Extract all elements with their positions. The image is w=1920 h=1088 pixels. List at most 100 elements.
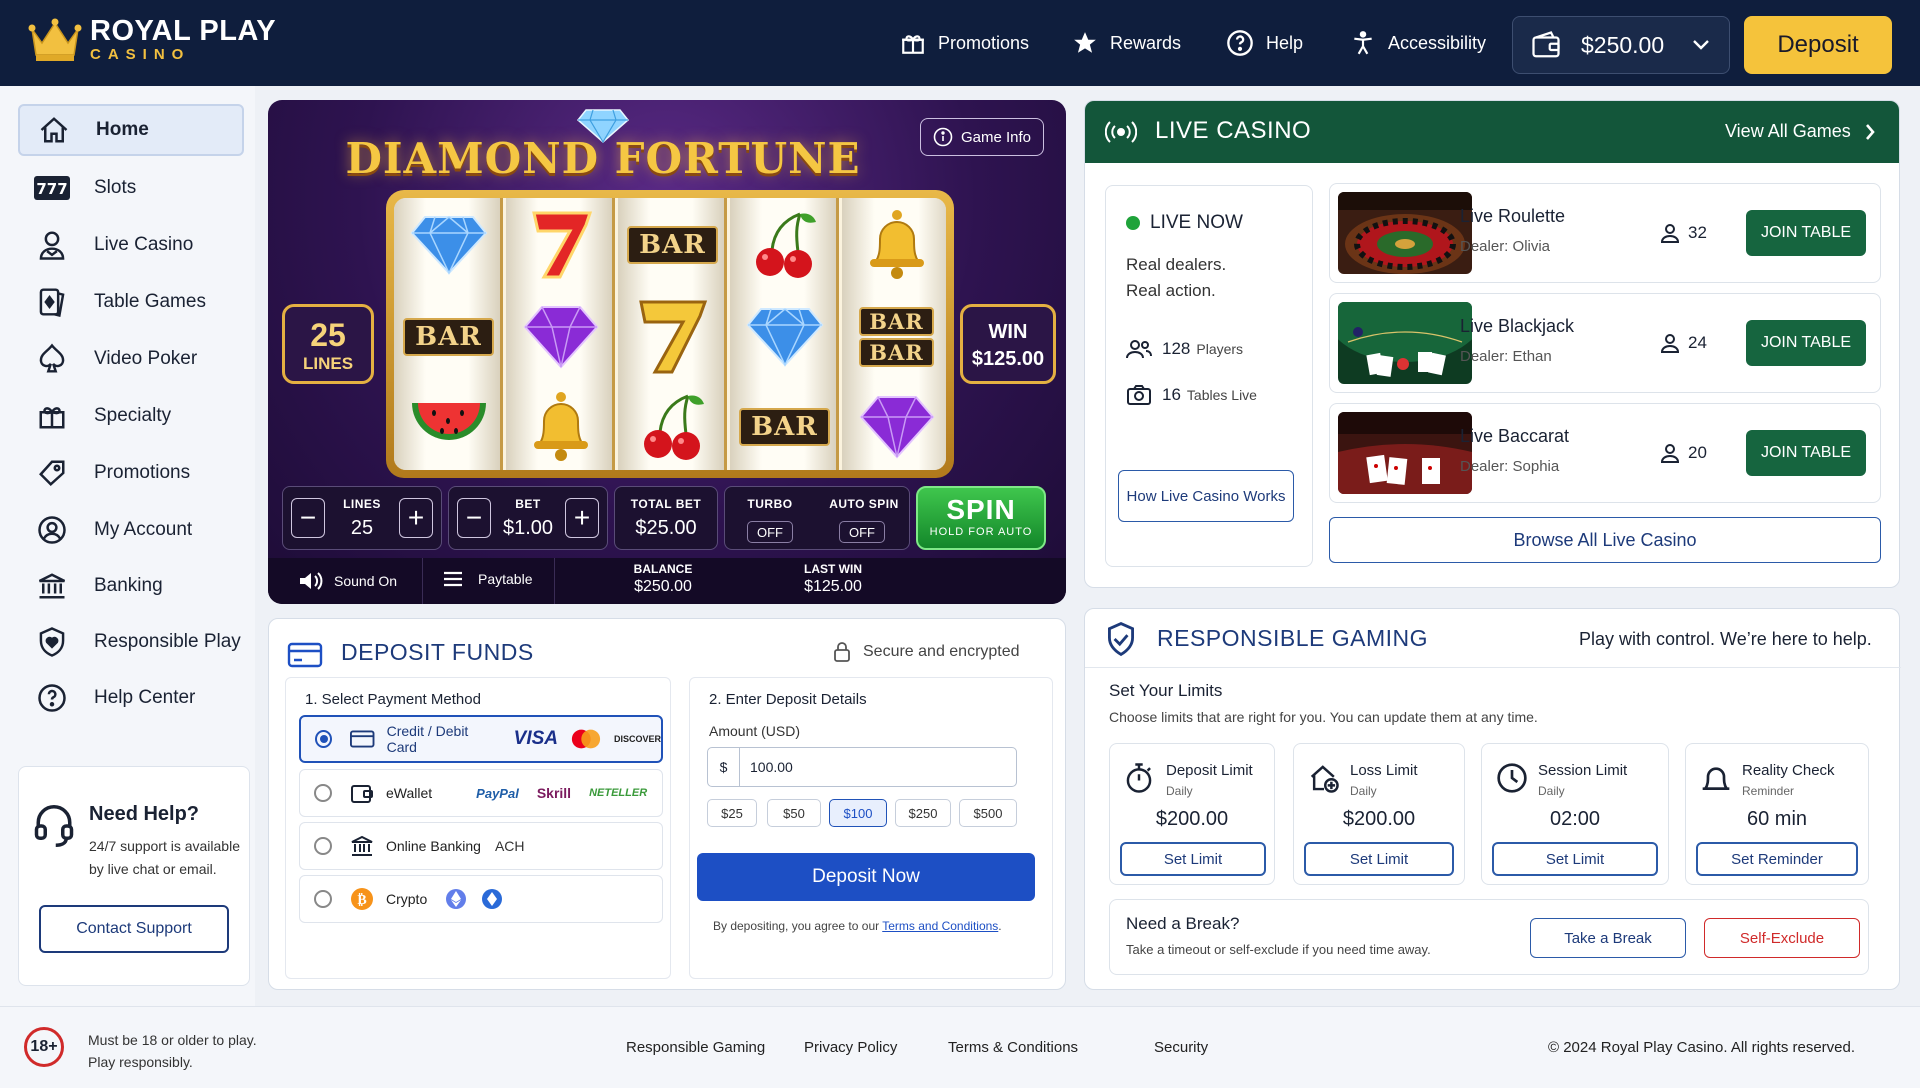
sidebar-item-live-casino[interactable]: Live Casino <box>18 219 244 271</box>
sound-toggle[interactable]: Sound On <box>298 570 397 592</box>
set-limit-button[interactable]: Set Limit <box>1120 842 1266 876</box>
reel <box>506 198 615 470</box>
sidebar-item-slots[interactable]: 777 Slots <box>18 162 244 214</box>
set-reminder-button[interactable]: Set Reminder <box>1696 842 1858 876</box>
secure-note: Secure and encrypted <box>833 641 1020 663</box>
self-exclude-button[interactable]: Self-Exclude <box>1704 918 1860 958</box>
take-break-button[interactable]: Take a Break <box>1530 918 1686 958</box>
sidebar-item-label: Specialty <box>94 405 172 426</box>
card-icon <box>350 730 375 748</box>
amount-input[interactable]: $ 100.00 <box>707 747 1017 787</box>
deposit-now-button[interactable]: Deposit Now <box>697 853 1035 901</box>
sidebar-item-help-center[interactable]: Help Center <box>18 672 244 724</box>
top-header: ROYAL PLAY CASINO Promotions Rewards Hel… <box>0 0 1920 86</box>
join-table-button[interactable]: JOIN TABLE <box>1746 210 1866 256</box>
payment-method-ewallet[interactable]: eWallet PayPal Skrill NETELLER <box>299 769 663 817</box>
table-name: Live Baccarat <box>1460 426 1570 446</box>
sidebar-item-promotions[interactable]: Promotions <box>18 447 244 499</box>
turbo-toggle[interactable]: OFF <box>747 521 793 543</box>
ewallet-icon <box>351 785 373 803</box>
sidebar-item-label: Home <box>96 119 149 140</box>
game-info-button[interactable]: Game Info <box>920 118 1044 156</box>
reel: BAR <box>618 198 727 470</box>
payment-method-online-banking[interactable]: Online Banking ACH <box>299 822 663 870</box>
contact-support-button[interactable]: Contact Support <box>39 905 229 953</box>
limit-title: Reality Check <box>1742 762 1835 779</box>
nav-promotions[interactable]: Promotions <box>900 0 1029 86</box>
age-notice: Must be 18 or older to play. Play respon… <box>88 1029 257 1073</box>
player-count-value: 20 <box>1688 443 1707 462</box>
radio-button[interactable] <box>314 784 332 802</box>
set-limits-title: Set Your Limits <box>1109 681 1223 700</box>
live-casino-header: LIVE CASINO View All Games <box>1085 101 1899 163</box>
sidebar-item-responsible-play[interactable]: Responsible Play <box>18 616 244 668</box>
footer-link-privacy[interactable]: Privacy Policy <box>804 1039 897 1056</box>
radio-button[interactable] <box>315 730 333 748</box>
terms-link[interactable]: Terms and Conditions <box>882 919 998 933</box>
need-break-title: Need a Break? <box>1126 914 1240 933</box>
turbo-label: TURBO <box>747 497 793 511</box>
speaker-icon <box>300 572 323 590</box>
paytable-button[interactable]: Paytable <box>442 570 532 588</box>
credit-card-icon <box>287 642 323 668</box>
autospin-toggle[interactable]: OFF <box>839 521 885 543</box>
how-live-casino-works-button[interactable]: How Live Casino Works <box>1118 470 1294 522</box>
need-help-card: Need Help? 24/7 support is available by … <box>18 766 250 986</box>
divider <box>554 558 555 604</box>
quick-amount-button[interactable]: $50 <box>767 799 821 827</box>
wallet-balance-dropdown[interactable]: $250.00 <box>1512 16 1730 74</box>
nav-help[interactable]: Help <box>1226 0 1303 86</box>
radio-button[interactable] <box>314 837 332 855</box>
nav-accessibility[interactable]: Accessibility <box>1350 0 1486 86</box>
brand-subname: CASINO <box>90 46 191 63</box>
dealer-icon <box>32 225 72 265</box>
sidebar-item-home[interactable]: Home <box>18 104 244 156</box>
quick-amount-button-selected[interactable]: $100 <box>829 799 887 827</box>
win-badge: WIN $125.00 <box>960 304 1056 384</box>
live-now-header: LIVE NOW <box>1126 212 1243 234</box>
payment-method-crypto[interactable]: ₿ Crypto <box>299 875 663 923</box>
brand-logo[interactable]: ROYAL PLAY CASINO <box>28 16 276 64</box>
brand-name: ROYAL PLAY <box>90 15 277 47</box>
lines-increase-button[interactable]: + <box>399 498 433 538</box>
bet-increase-button[interactable]: + <box>565 498 599 538</box>
sidebar-item-banking[interactable]: Banking <box>18 560 244 612</box>
live-dot-icon <box>1126 216 1140 230</box>
join-table-button[interactable]: JOIN TABLE <box>1746 320 1866 366</box>
reel: BAR <box>394 198 503 470</box>
join-table-button[interactable]: JOIN TABLE <box>1746 430 1866 476</box>
chevron-right-icon <box>1865 123 1875 140</box>
quick-amount-button[interactable]: $25 <box>707 799 757 827</box>
sidebar-item-video-poker[interactable]: Video Poker <box>18 333 244 385</box>
bet-control: − BET $1.00 + <box>448 486 608 550</box>
sidebar-item-my-account[interactable]: My Account <box>18 504 244 556</box>
method-label: Credit / Debit Card <box>386 723 469 755</box>
tables-stat: 16 Tables Live <box>1126 384 1257 406</box>
slot-title: DIAMOND FORTUNE <box>345 134 861 183</box>
header-deposit-button[interactable]: Deposit <box>1744 16 1892 74</box>
sidebar-item-specialty[interactable]: Specialty <box>18 390 244 442</box>
win-badge-label: WIN <box>988 321 1028 343</box>
nav-rewards[interactable]: Rewards <box>1072 0 1181 86</box>
view-all-games-link[interactable]: View All Games <box>1725 121 1875 142</box>
sidebar-item-label: Promotions <box>94 462 191 483</box>
dealer-name: Dealer: Sophia <box>1460 458 1560 475</box>
live-now-text: Real dealers. Real action. <box>1126 252 1226 304</box>
nav-label: Promotions <box>938 32 1030 53</box>
footer-link-responsible-gaming[interactable]: Responsible Gaming <box>626 1039 765 1056</box>
payment-method-card[interactable]: Credit / Debit Card VISA DISCOVER <box>299 715 663 763</box>
sidebar-item-table-games[interactable]: Table Games <box>18 276 244 328</box>
set-limit-button[interactable]: Set Limit <box>1492 842 1658 876</box>
footer-link-terms[interactable]: Terms & Conditions <box>948 1039 1078 1056</box>
mastercard-logo <box>571 729 601 749</box>
browse-all-live-casino-button[interactable]: Browse All Live Casino <box>1329 517 1881 563</box>
gold-seven-icon <box>618 292 727 382</box>
quick-amount-button[interactable]: $250 <box>895 799 951 827</box>
spin-button[interactable]: SPIN HOLD FOR AUTO <box>916 486 1046 550</box>
set-limit-button[interactable]: Set Limit <box>1304 842 1454 876</box>
footer-link-security[interactable]: Security <box>1154 1039 1208 1056</box>
currency-symbol: $ <box>708 748 740 786</box>
quick-amount-button[interactable]: $500 <box>959 799 1017 827</box>
radio-button[interactable] <box>314 890 332 908</box>
live-table-blackjack: Live Blackjack Dealer: Ethan 24 JOIN TAB… <box>1329 293 1881 393</box>
